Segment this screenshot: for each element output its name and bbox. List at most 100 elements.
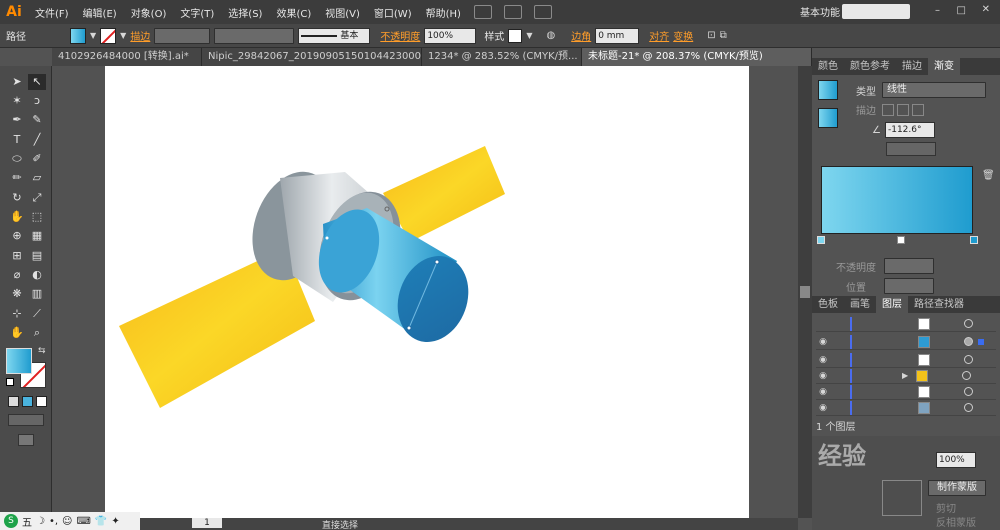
direct-selection-tool-icon[interactable]: ↖ — [28, 74, 46, 90]
delete-stop-icon[interactable]: 🗑 — [982, 170, 995, 181]
paintbrush-tool-icon[interactable]: ✐ — [28, 151, 46, 167]
satellite-artwork[interactable] — [105, 66, 749, 518]
slice-tool-icon[interactable]: ⟋ — [28, 306, 46, 322]
opacity-link[interactable]: 不透明度 — [380, 28, 420, 43]
visibility-eye-icon[interactable]: ◉ — [816, 355, 830, 365]
tab-pathfinder[interactable]: 路径查找器 — [908, 296, 970, 313]
tab-layers[interactable]: 图层 — [876, 296, 908, 313]
graphic-style-swatch[interactable] — [508, 28, 523, 43]
stroke-weight-dropdown[interactable] — [154, 27, 211, 44]
fill-swatch[interactable] — [70, 27, 86, 44]
stroke-gradient-option-3[interactable] — [912, 103, 924, 116]
ime-logo-icon[interactable]: S — [4, 514, 18, 528]
fill-color-box[interactable] — [6, 348, 32, 374]
visibility-eye-icon[interactable]: ◉ — [816, 387, 830, 397]
layer-row[interactable]: ◉ — [816, 352, 996, 368]
lasso-tool-icon[interactable]: ↄ — [28, 93, 46, 109]
gradient-stop-left[interactable] — [817, 236, 825, 244]
corner-link[interactable]: 边角 — [571, 28, 591, 43]
tab-document-3[interactable]: 1234* @ 283.52% (CMYK/预... — [422, 48, 582, 66]
none-mode-button[interactable] — [36, 396, 47, 407]
tools-icon[interactable]: ✦ — [111, 516, 119, 527]
blend-tool-icon[interactable]: ◐ — [28, 267, 46, 283]
corner-radius-input[interactable]: 0 mm — [595, 27, 640, 44]
stroke-style-dropdown[interactable]: 基本 — [298, 27, 371, 44]
stop-position-input[interactable] — [884, 278, 934, 294]
menu-edit[interactable]: 编辑(E) — [76, 5, 124, 20]
stroke-gradient-option-1[interactable] — [882, 103, 894, 116]
gradient-slider[interactable] — [821, 166, 973, 234]
layer-row[interactable]: ◉ — [816, 334, 996, 350]
menu-effect[interactable]: 效果(C) — [269, 5, 318, 20]
search-input[interactable] — [842, 4, 910, 19]
stroke-swatch[interactable] — [100, 27, 117, 44]
mesh-tool-icon[interactable]: ⊞ — [8, 248, 26, 264]
swap-fill-stroke-icon[interactable]: ⇆ — [38, 346, 46, 356]
ellipse-tool-icon[interactable]: ⬭ — [8, 151, 26, 167]
layer-row[interactable]: ◉ — [816, 400, 996, 416]
hand-tool-icon[interactable]: ✋ — [8, 325, 26, 341]
draw-mode-icon[interactable] — [8, 414, 44, 426]
artboard-tool-icon[interactable]: ⊹ — [8, 306, 26, 322]
artboard[interactable] — [105, 66, 749, 518]
menu-view[interactable]: 视图(V) — [318, 5, 367, 20]
ime-mode-label[interactable]: 五 — [22, 514, 32, 529]
gradient-stop-middle[interactable] — [897, 236, 905, 244]
zoom-tool-icon[interactable]: ⌕ — [28, 325, 46, 341]
tab-brushes[interactable]: 画笔 — [844, 296, 876, 313]
pen-tool-icon[interactable]: ✒ — [8, 112, 26, 128]
tab-swatches[interactable]: 色板 — [812, 296, 844, 313]
eraser-tool-icon[interactable]: ▱ — [28, 170, 46, 186]
variable-width-dropdown[interactable] — [214, 27, 295, 44]
maximize-icon[interactable]: □ — [957, 5, 966, 16]
aspect-ratio-input[interactable] — [886, 142, 936, 156]
chevron-down-icon[interactable]: ▼ — [120, 31, 126, 40]
angle-input[interactable]: -112.6° — [884, 122, 935, 138]
gradient-tool-icon[interactable]: ▤ — [28, 248, 46, 264]
isolate-icon[interactable]: ⊡ — [707, 30, 715, 41]
menu-type[interactable]: 文字(T) — [173, 5, 221, 20]
screen-mode-icon[interactable] — [18, 434, 34, 446]
bridge-icon[interactable] — [473, 5, 492, 19]
layer-row[interactable]: ◉ — [816, 384, 996, 400]
recolor-icon[interactable]: ◍ — [546, 30, 555, 41]
tab-gradient[interactable]: 渐变 — [928, 58, 960, 75]
moon-icon[interactable]: ☽ — [36, 516, 45, 527]
emoji-icon[interactable]: ☺ — [62, 516, 72, 527]
menu-select[interactable]: 选择(S) — [221, 5, 269, 20]
sync-icon[interactable] — [533, 5, 552, 19]
visibility-eye-icon[interactable]: ◉ — [816, 403, 830, 413]
symbol-sprayer-tool-icon[interactable]: ❋ — [8, 286, 26, 302]
vertical-scrollbar[interactable] — [798, 66, 812, 518]
tab-document-2[interactable]: Nipic_29842067_20190905150104423000.ai — [202, 48, 422, 66]
opacity-input[interactable]: 100% — [424, 27, 477, 44]
expand-triangle-icon[interactable]: ▶ — [902, 371, 908, 380]
warp-tool-icon[interactable]: ✋ — [8, 209, 26, 225]
tab-document-1[interactable]: 4102926484000 [转换].ai* — [52, 48, 202, 66]
invert-mask-checkbox[interactable]: 反相蒙版 — [936, 514, 976, 529]
shape-builder-tool-icon[interactable]: ⊕ — [8, 228, 26, 244]
tab-color-guide[interactable]: 颜色参考 — [844, 58, 896, 75]
stroke-link[interactable]: 描边 — [130, 28, 150, 43]
minimize-icon[interactable]: – — [935, 5, 940, 16]
gradient-type-dropdown[interactable]: 线性 — [882, 82, 986, 98]
layer-row[interactable]: ◉ ▶ — [816, 368, 996, 384]
arrange-documents-icon[interactable] — [503, 5, 522, 19]
chevron-down-icon[interactable]: ▼ — [90, 31, 96, 40]
type-tool-icon[interactable]: T — [8, 132, 26, 148]
align-link[interactable]: 对齐 — [649, 28, 669, 43]
menu-window[interactable]: 窗口(W) — [367, 5, 419, 20]
stroke-gradient-option-2[interactable] — [897, 103, 909, 116]
eyedropper-tool-icon[interactable]: ⌀ — [8, 267, 26, 283]
gradient-stop-right[interactable] — [970, 236, 978, 244]
punctuation-icon[interactable]: •, — [49, 516, 58, 527]
curvature-tool-icon[interactable]: ✎ — [28, 112, 46, 128]
magic-wand-tool-icon[interactable]: ✶ — [8, 93, 26, 109]
free-transform-tool-icon[interactable]: ⬚ — [28, 209, 46, 225]
workspace-switcher[interactable]: 基本功能 — [800, 4, 840, 19]
rotate-tool-icon[interactable]: ↻ — [8, 190, 26, 206]
tab-stroke[interactable]: 描边 — [896, 58, 928, 75]
transform-link[interactable]: 变换 — [673, 28, 693, 43]
gradient-mode-button[interactable] — [22, 396, 33, 407]
color-mode-button[interactable] — [8, 396, 19, 407]
